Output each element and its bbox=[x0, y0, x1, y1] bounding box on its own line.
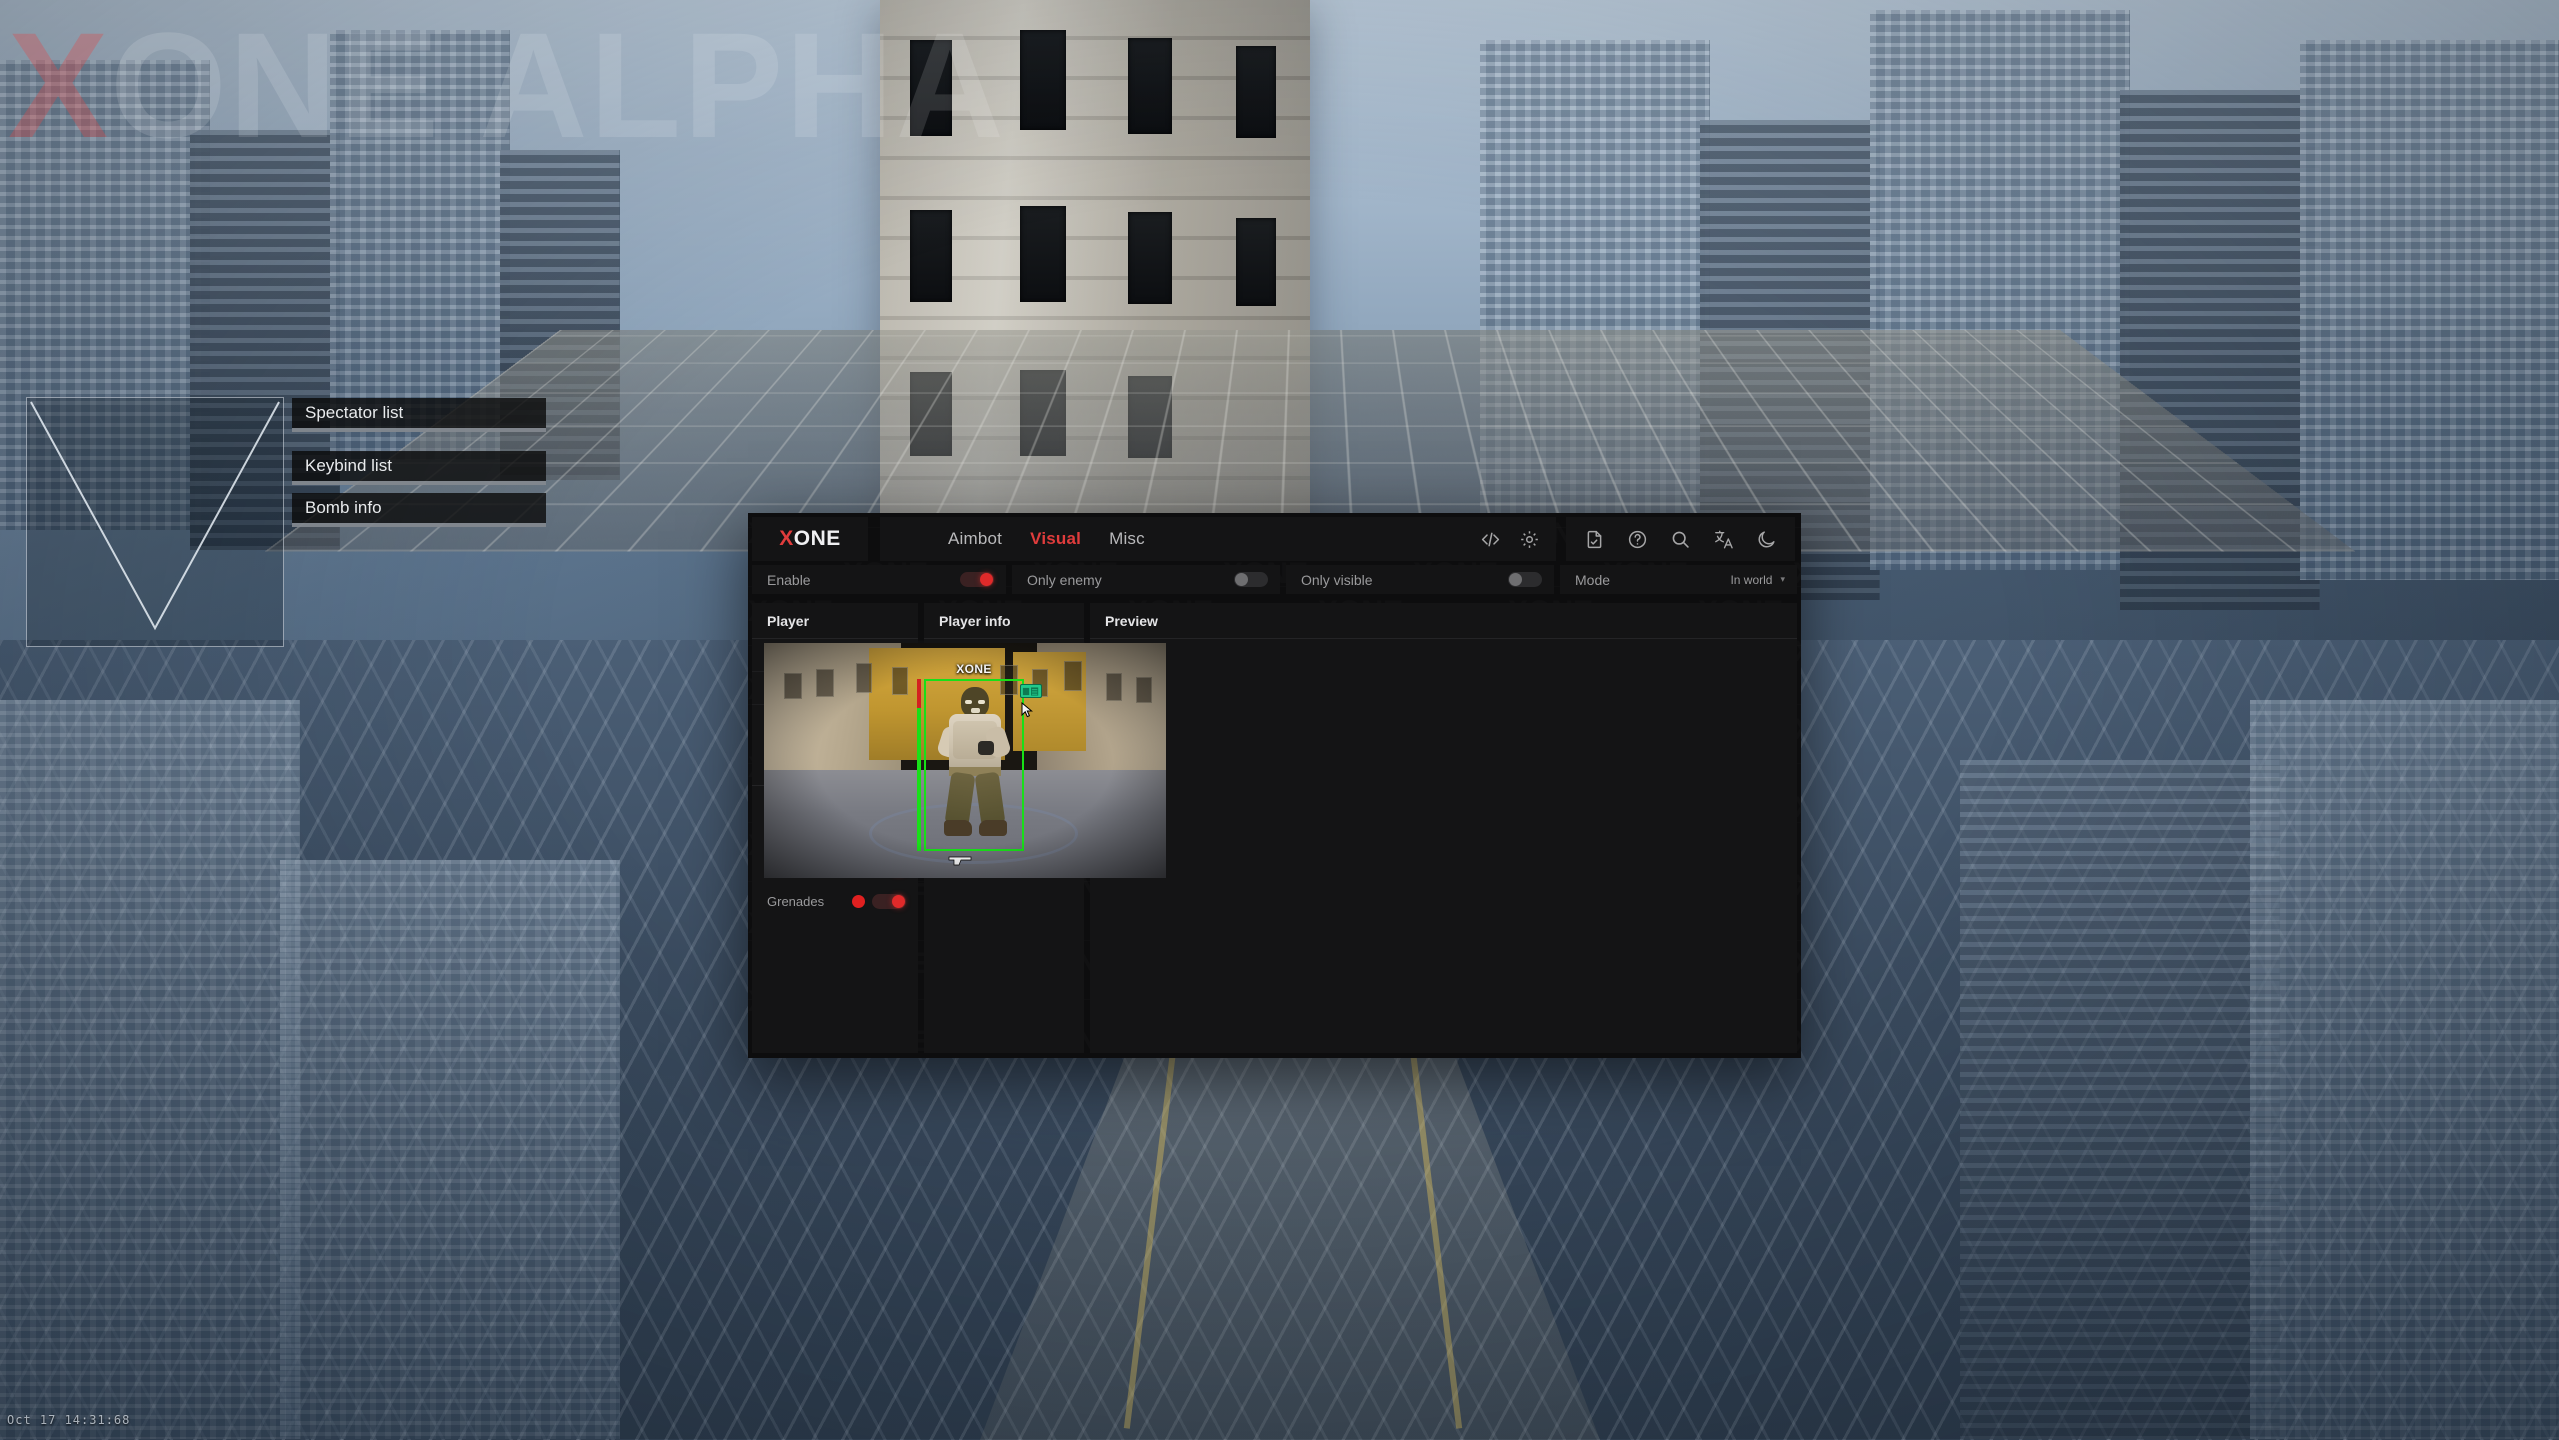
logo-text: ONE bbox=[794, 527, 841, 551]
sidebar-item-label: Bomb info bbox=[305, 498, 382, 518]
chevron-down-icon: ▾ bbox=[1780, 574, 1785, 585]
option-label: Enable bbox=[767, 572, 811, 588]
preview-column: Preview bbox=[1090, 603, 1797, 1053]
moon-icon[interactable] bbox=[1756, 529, 1777, 550]
enable-toggle[interactable] bbox=[960, 572, 994, 587]
gear-icon[interactable] bbox=[1519, 529, 1540, 550]
only-enemy-toggle[interactable] bbox=[1234, 572, 1268, 587]
option-only-enemy[interactable]: Only enemy bbox=[1012, 565, 1280, 594]
option-enable[interactable]: Enable bbox=[752, 565, 1006, 594]
foreground-building bbox=[0, 700, 300, 1439]
watermark-text: ONE ALPHA bbox=[110, 1, 1006, 169]
tab-visual[interactable]: Visual bbox=[1030, 529, 1081, 549]
translate-icon[interactable] bbox=[1713, 529, 1734, 550]
app-logo: XONE bbox=[752, 517, 868, 561]
section-title-player: Player bbox=[752, 603, 918, 639]
foreground-building bbox=[280, 860, 620, 1439]
foreground-building bbox=[2250, 700, 2559, 1439]
cursor-icon bbox=[1021, 702, 1035, 718]
section-title-preview: Preview bbox=[1090, 603, 1797, 639]
tab-bar: Aimbot Visual Misc bbox=[880, 517, 1464, 561]
esp-weapon-icon bbox=[947, 855, 975, 867]
cheat-menu-window: XONE Aimbot Visual Misc bbox=[748, 513, 1801, 1058]
color-dot[interactable] bbox=[852, 895, 865, 908]
search-icon[interactable] bbox=[1670, 529, 1691, 550]
code-icon[interactable] bbox=[1480, 529, 1501, 550]
header-icon-group-left bbox=[1464, 517, 1556, 561]
tab-aimbot[interactable]: Aimbot bbox=[948, 529, 1002, 549]
preview-viewport: XONE bbox=[764, 643, 1166, 878]
panel-columns: Player Box Skeleton Head bbox=[752, 603, 1797, 1053]
option-label: Mode bbox=[1575, 572, 1610, 588]
background-building bbox=[2300, 40, 2559, 580]
defuser-kit-icon bbox=[1022, 686, 1040, 697]
logo-x: X bbox=[779, 527, 794, 551]
row-loot-grenades[interactable]: Grenades bbox=[752, 885, 918, 918]
row-label: Grenades bbox=[767, 894, 845, 909]
window-header: XONE Aimbot Visual Misc bbox=[748, 513, 1801, 565]
document-check-icon[interactable] bbox=[1584, 529, 1605, 550]
tab-misc[interactable]: Misc bbox=[1109, 529, 1145, 549]
esp-bounding-box bbox=[924, 679, 1024, 851]
radar-minimap bbox=[26, 397, 284, 647]
option-mode[interactable]: Mode In world ▾ bbox=[1560, 565, 1797, 594]
preview-scene: XONE bbox=[764, 643, 1166, 878]
watermark-x: X bbox=[8, 1, 110, 169]
loot-grenades-toggle[interactable] bbox=[872, 894, 906, 909]
radar-fov-cone bbox=[27, 398, 283, 646]
foreground-building bbox=[1960, 760, 2280, 1439]
top-options-row: Enable Only enemy Only visible Mode In w… bbox=[748, 565, 1801, 598]
esp-health-bar bbox=[917, 679, 921, 851]
sidebar-item-label: Spectator list bbox=[305, 403, 403, 423]
section-title-player-info: Player info bbox=[924, 603, 1084, 639]
header-icon-group-right bbox=[1566, 517, 1795, 561]
option-only-visible[interactable]: Only visible bbox=[1286, 565, 1554, 594]
timestamp: Oct 17 14:31:68 bbox=[7, 1413, 130, 1427]
option-label: Only visible bbox=[1301, 572, 1373, 588]
watermark: XONE ALPHA bbox=[8, 0, 1006, 180]
esp-defuser-badge bbox=[1020, 684, 1042, 698]
help-circle-icon[interactable] bbox=[1627, 529, 1648, 550]
sidebar-item-label: Keybind list bbox=[305, 456, 392, 476]
option-label: Only enemy bbox=[1027, 572, 1102, 588]
esp-name-label: XONE bbox=[924, 662, 1024, 676]
sidebar-item-spectator-list[interactable]: Spectator list bbox=[292, 398, 546, 432]
only-visible-toggle[interactable] bbox=[1508, 572, 1542, 587]
sidebar-item-bomb-info[interactable]: Bomb info bbox=[292, 493, 546, 527]
sidebar-item-keybind-list[interactable]: Keybind list bbox=[292, 451, 546, 485]
mode-value: In world bbox=[1730, 573, 1772, 587]
pistol-icon bbox=[947, 856, 975, 868]
mode-dropdown[interactable]: In world ▾ bbox=[1730, 573, 1785, 587]
